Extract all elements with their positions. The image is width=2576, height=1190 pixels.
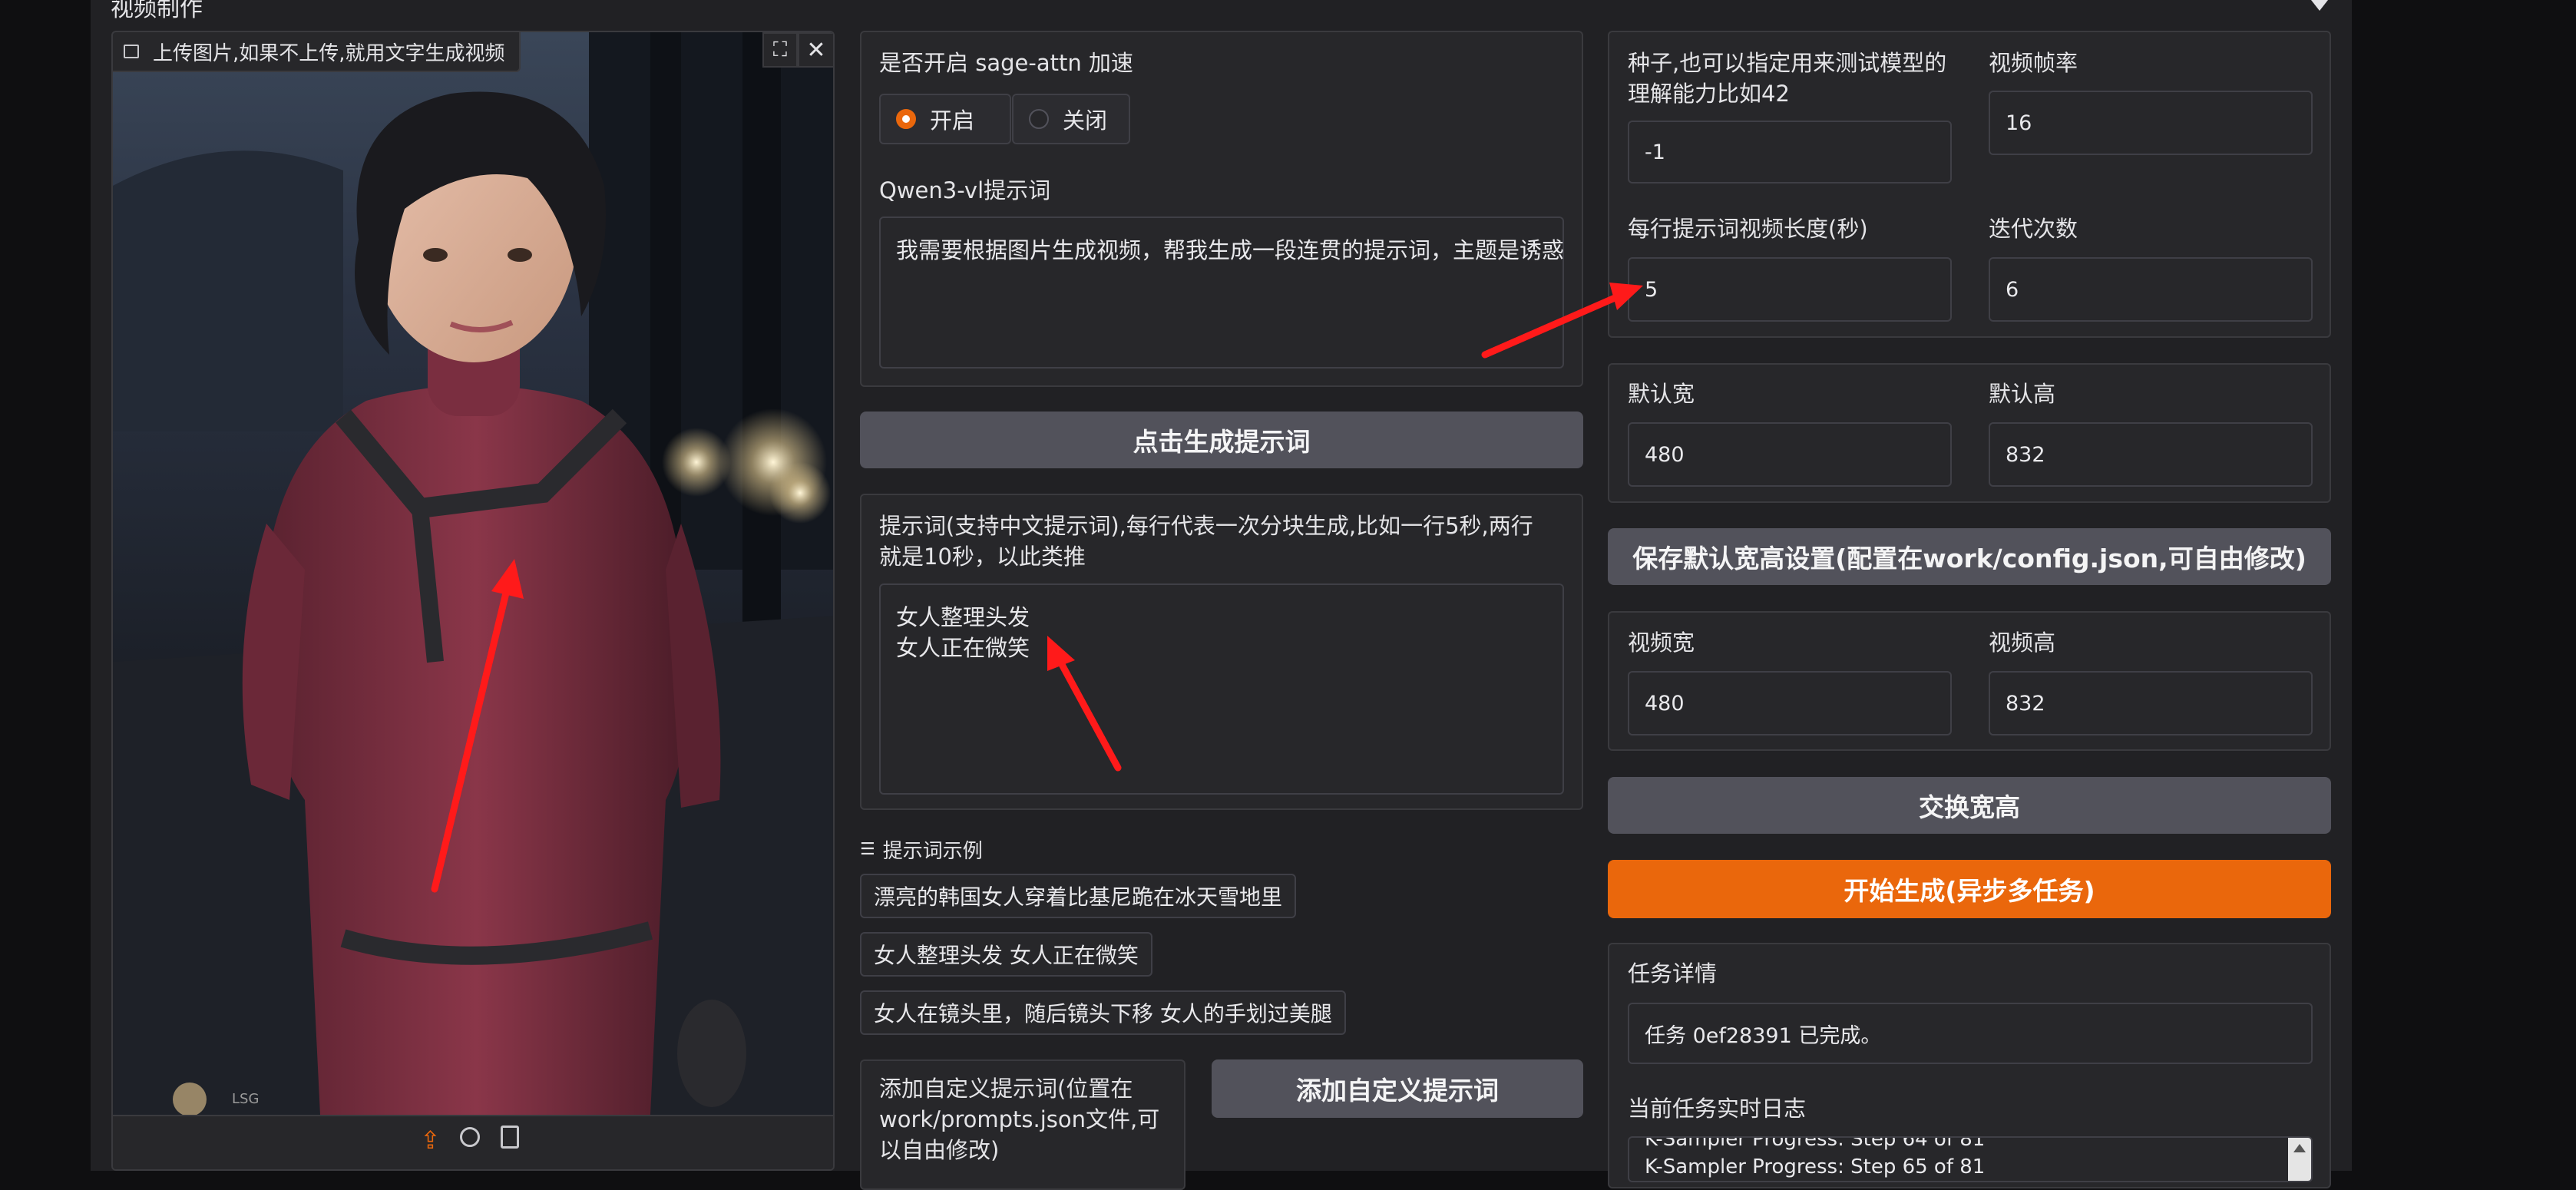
task-status-field[interactable]: 任务 0ef28391 已完成。 xyxy=(1628,1003,2313,1064)
segment-length-label: 每行提示词视频长度(秒) xyxy=(1628,216,1868,242)
log-textarea[interactable]: K-Sampler Progress: Step 64 of 81 K-Samp… xyxy=(1628,1136,2313,1182)
log-line-2: K-Sampler Progress: Step 65 of 81 xyxy=(1645,1155,1986,1178)
save-defaults-button[interactable]: 保存默认宽高设置(配置在work/config.json,可自由修改) xyxy=(1608,528,2331,585)
seed-input[interactable]: -1 xyxy=(1628,121,1952,183)
seed-label: 种子,也可以指定用来测试模型的理解能力比如42 xyxy=(1628,50,1947,107)
swap-size-button[interactable]: 交换宽高 xyxy=(1608,777,2331,834)
upload-icon[interactable]: ⇪ xyxy=(420,1126,441,1155)
close-icon: ✕ xyxy=(806,36,826,64)
example-chip-2[interactable]: 女人整理头发 女人正在微笑 xyxy=(860,932,1152,977)
video-height-input[interactable]: 832 xyxy=(1989,671,2313,735)
iterations-label: 迭代次数 xyxy=(1989,216,2078,242)
uploaded-image: LSG xyxy=(113,32,833,1115)
image-label: 上传图片,如果不上传,就用文字生成视频 xyxy=(153,41,505,65)
triangle-down-icon[interactable] xyxy=(2311,0,2328,11)
custom-prompt-label: 添加自定义提示词(位置在work/prompts.json文件,可以自由修改) xyxy=(879,1076,1160,1163)
image-toolbar: ⇪ xyxy=(113,1115,833,1169)
scroll-up-icon[interactable] xyxy=(2293,1144,2306,1152)
add-custom-prompt-button[interactable]: 添加自定义提示词 xyxy=(1212,1059,1583,1118)
iterations-input[interactable]: 6 xyxy=(1989,257,2313,322)
image-watermark: LSG xyxy=(232,1091,259,1107)
examples-header: ☰ 提示词示例 xyxy=(860,835,983,864)
sage-attn-off-label: 关闭 xyxy=(1063,107,1108,134)
segment-length-input[interactable]: 5 xyxy=(1628,257,1952,322)
log-scrollbar[interactable] xyxy=(2288,1138,2311,1181)
fps-label: 视频帧率 xyxy=(1989,50,2078,76)
close-button[interactable]: ✕ xyxy=(798,32,833,68)
default-width-input[interactable]: 480 xyxy=(1628,422,1952,487)
log-label: 当前任务实时日志 xyxy=(1628,1096,1807,1122)
radio-unchecked-icon xyxy=(1029,109,1049,129)
clipboard-icon[interactable] xyxy=(501,1126,519,1149)
webcam-icon[interactable] xyxy=(460,1127,480,1147)
sage-attn-off-radio[interactable]: 关闭 xyxy=(1012,94,1130,144)
video-width-input[interactable]: 480 xyxy=(1628,671,1952,735)
generate-prompt-button[interactable]: 点击生成提示词 xyxy=(860,412,1583,468)
prompt-label: 提示词(支持中文提示词),每行代表一次分块生成,比如一行5秒,两行就是10秒，以… xyxy=(879,513,1533,570)
sage-attn-label: 是否开启 sage-attn 加速 xyxy=(879,50,1133,76)
image-panel: LSG 上传图片,如果不上传,就用文字生成视频 ⛶ ✕ ⇪ xyxy=(111,31,835,1171)
sage-attn-on-radio[interactable]: 开启 xyxy=(879,94,1011,144)
qwen-prompt-textarea[interactable]: 我需要根据图片生成视频，帮我生成一段连贯的提示词，主题是诱惑 xyxy=(879,217,1564,369)
prompt-textarea[interactable]: 女人整理头发 女人正在微笑 xyxy=(879,583,1564,795)
default-height-input[interactable]: 832 xyxy=(1989,422,2313,487)
example-chip-3[interactable]: 女人在镜头里，随后镜头下移 女人的手划过美腿 xyxy=(860,990,1346,1035)
start-generation-button[interactable]: 开始生成(异步多任务) xyxy=(1608,860,2331,918)
task-label: 任务详情 xyxy=(1628,960,1718,987)
fps-input[interactable]: 16 xyxy=(1989,91,2313,155)
default-height-label: 默认高 xyxy=(1989,381,2056,407)
list-icon: ☰ xyxy=(860,840,875,859)
sage-attn-on-label: 开启 xyxy=(930,107,975,134)
fullscreen-button[interactable]: ⛶ xyxy=(762,32,798,68)
qwen-label: Qwen3-vl提示词 xyxy=(879,177,1051,203)
section-title: 视频制作 xyxy=(111,0,203,22)
default-width-label: 默认宽 xyxy=(1628,381,1695,407)
image-icon xyxy=(124,45,139,58)
fullscreen-icon: ⛶ xyxy=(772,38,788,61)
log-line-1: K-Sampler Progress: Step 64 of 81 xyxy=(1645,1136,1986,1151)
image-label-tag: 上传图片,如果不上传,就用文字生成视频 xyxy=(113,32,521,72)
radio-checked-icon xyxy=(896,109,916,129)
examples-header-label: 提示词示例 xyxy=(882,840,983,863)
video-width-label: 视频宽 xyxy=(1628,630,1695,656)
example-chip-1[interactable]: 漂亮的韩国女人穿着比基尼跪在冰天雪地里 xyxy=(860,874,1297,918)
video-height-label: 视频高 xyxy=(1989,630,2056,656)
